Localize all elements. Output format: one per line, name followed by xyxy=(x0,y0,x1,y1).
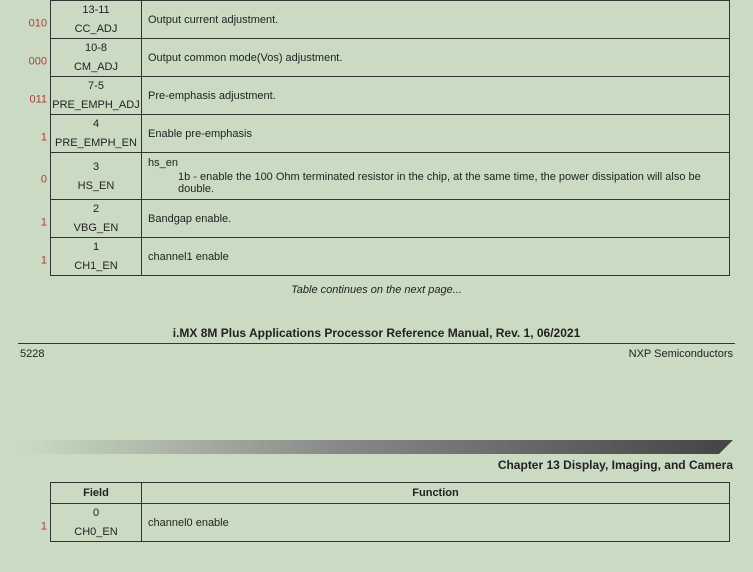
function-cell: Output common mode(Vos) adjustment. xyxy=(142,39,730,77)
reset-value: 000 xyxy=(19,55,47,67)
field-name: CM_ADJ xyxy=(51,59,141,76)
table-row: 14PRE_EMPH_EN Enable pre-emphasis xyxy=(51,115,730,153)
field-name: HS_EN xyxy=(51,178,141,195)
function-cell: Output current adjustment. xyxy=(142,1,730,39)
function-text: Pre-emphasis adjustment. xyxy=(148,90,276,102)
function-text: channel1 enable xyxy=(148,251,229,263)
table-row: 12VBG_EN Bandgap enable. xyxy=(51,200,730,238)
bit-range: 7-5 xyxy=(51,77,141,97)
function-text: Enable pre-emphasis xyxy=(148,128,252,140)
gradient-bar xyxy=(20,440,733,454)
reset-value: 0 xyxy=(19,174,47,186)
chapter-title: Chapter 13 Display, Imaging, and Camera xyxy=(0,458,753,482)
field-cell: 10CH0_EN xyxy=(51,504,142,542)
reset-value: 010 xyxy=(19,17,47,29)
field-name: CH1_EN xyxy=(51,258,141,275)
register-table-lower: Field Function 10CH0_EN channel0 enable xyxy=(50,482,730,542)
field-name: VBG_EN xyxy=(51,220,141,237)
bit-range: 13-11 xyxy=(51,1,141,21)
table-row: 11CH1_EN channel1 enable xyxy=(51,238,730,276)
reset-value: 1 xyxy=(19,520,47,532)
bit-range: 0 xyxy=(51,504,141,524)
register-table-upper: 01013-11CC_ADJ Output current adjustment.… xyxy=(50,0,730,276)
function-text: channel0 enable xyxy=(148,517,229,529)
field-name: CC_ADJ xyxy=(51,21,141,38)
bit-range: 1 xyxy=(51,238,141,258)
field-name: CH0_EN xyxy=(51,524,141,541)
bit-range: 2 xyxy=(51,200,141,220)
table-continues-note: Table continues on the next page... xyxy=(0,284,753,296)
field-cell: 00010-8CM_ADJ xyxy=(51,39,142,77)
function-text: Bandgap enable. xyxy=(148,213,231,225)
reset-value: 1 xyxy=(19,131,47,143)
bit-range: 3 xyxy=(51,158,141,178)
document-title: i.MX 8M Plus Applications Processor Refe… xyxy=(0,326,753,340)
function-text: Output common mode(Vos) adjustment. xyxy=(148,52,342,64)
reset-value: 011 xyxy=(19,93,47,105)
field-cell: 11CH1_EN xyxy=(51,238,142,276)
field-cell: 03HS_EN xyxy=(51,153,142,200)
table-header-row: Field Function xyxy=(51,483,730,504)
table-row: 0117-5PRE_EMPH_ADJ Pre-emphasis adjustmen… xyxy=(51,77,730,115)
function-text: Output current adjustment. xyxy=(148,14,278,26)
reset-value: 1 xyxy=(19,254,47,266)
field-cell: 01013-11CC_ADJ xyxy=(51,1,142,39)
page-number: 5228 xyxy=(20,348,44,360)
function-cell: Pre-emphasis adjustment. xyxy=(142,77,730,115)
page-footer: 5228 NXP Semiconductors xyxy=(0,344,753,380)
field-cell: 14PRE_EMPH_EN xyxy=(51,115,142,153)
function-cell: Enable pre-emphasis xyxy=(142,115,730,153)
function-cell: channel1 enable xyxy=(142,238,730,276)
field-name: PRE_EMPH_ADJ xyxy=(51,97,141,114)
field-cell: 0117-5PRE_EMPH_ADJ xyxy=(51,77,142,115)
function-sub-text: 1b - enable the 100 Ohm terminated resis… xyxy=(148,171,723,195)
function-text: hs_en xyxy=(148,157,178,169)
bit-range: 4 xyxy=(51,115,141,135)
reset-value: 1 xyxy=(19,216,47,228)
table-row: 10CH0_EN channel0 enable xyxy=(51,504,730,542)
table-row: 03HS_EN hs_en 1b - enable the 100 Ohm term… xyxy=(51,153,730,200)
field-cell: 12VBG_EN xyxy=(51,200,142,238)
table-row: 00010-8CM_ADJ Output common mode(Vos) adj… xyxy=(51,39,730,77)
function-cell: channel0 enable xyxy=(142,504,730,542)
header-field: Field xyxy=(51,483,142,504)
table-row: 01013-11CC_ADJ Output current adjustment. xyxy=(51,1,730,39)
company-name: NXP Semiconductors xyxy=(629,348,733,360)
bit-range: 10-8 xyxy=(51,39,141,59)
field-name: PRE_EMPH_EN xyxy=(51,135,141,152)
header-function: Function xyxy=(142,483,730,504)
function-cell: Bandgap enable. xyxy=(142,200,730,238)
function-cell: hs_en 1b - enable the 100 Ohm terminated … xyxy=(142,153,730,200)
